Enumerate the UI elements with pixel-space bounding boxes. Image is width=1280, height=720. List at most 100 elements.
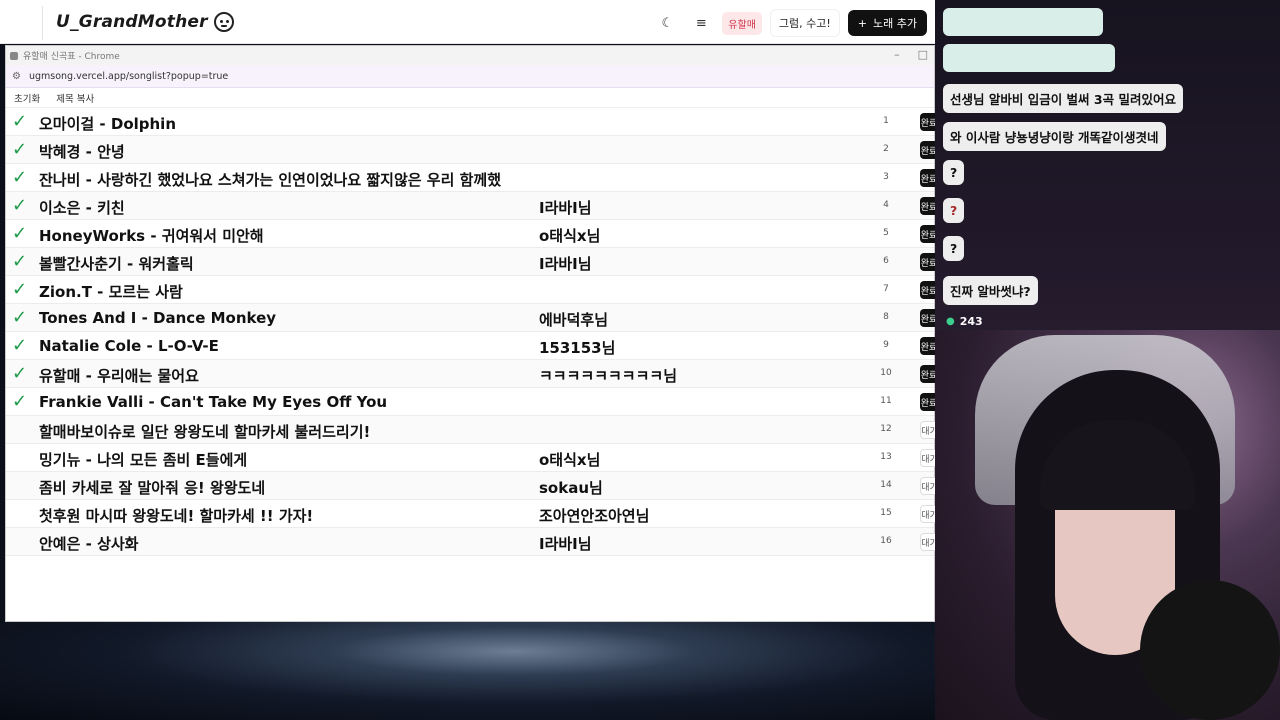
song-title: 할매바보이슈로 일단 왕왕도네 할마카세 불러드리기! — [39, 423, 371, 441]
song-requester: I라바I님 — [539, 199, 592, 217]
add-song-button[interactable]: + 노래 추가 — [847, 10, 927, 36]
song-row[interactable]: ✓ Natalie Cole - L-O-V-E 153153님 9 완료 — [6, 332, 938, 360]
song-row[interactable]: ✓ Tones And I - Dance Monkey 에바덕후님 8 완료 — [6, 304, 938, 332]
song-title: 잔나비 - 사랑하긴 했었나요 스쳐가는 인연이었나요 짧지않은 우리 함께했 — [39, 171, 502, 189]
chat-message: ? — [943, 198, 965, 223]
song-row[interactable]: 할매바보이슈로 일단 왕왕도네 할마카세 불러드리기! 12 대기 — [6, 416, 938, 444]
song-row[interactable]: ✓ Frankie Valli - Can't Take My Eyes Off … — [6, 388, 938, 416]
song-row[interactable]: ✓ 유할매 - 우리애는 물어요 ㅋㅋㅋㅋㅋㅋㅋㅋㅋ님 10 완료 — [6, 360, 938, 388]
header-actions: ☾ ≡ 유할매 그럼, 수고! + 노래 추가 — [654, 9, 927, 37]
song-requester: 조아연안조아연님 — [539, 507, 650, 525]
song-row[interactable]: ✓ 볼빨간사춘기 - 워커홀릭 I라바I님 6 완료 — [6, 248, 938, 276]
song-number: 9 — [883, 340, 889, 350]
song-number: 5 — [883, 228, 889, 238]
check-icon: ✓ — [12, 139, 28, 160]
song-row[interactable]: 첫후원 마시따 왕왕도네! 할마카세 !! 가자! 조아연안조아연님 15 대기 — [6, 500, 938, 528]
site-settings-icon[interactable]: ⚙ — [12, 71, 21, 82]
song-row[interactable]: ✓ Zion.T - 모르는 사람 7 완료 — [6, 276, 938, 304]
viewer-count-value: 243 — [959, 315, 983, 328]
song-title: 오마이걸 - Dolphin — [39, 115, 177, 133]
microphone — [1140, 580, 1280, 720]
chat-bubble-blurred — [943, 44, 1115, 72]
chat-message: 선생님 알바비 입금이 벌써 3곡 밀려있어요 — [943, 84, 1183, 113]
song-number: 1 — [883, 116, 889, 126]
song-requester: ㅋㅋㅋㅋㅋㅋㅋㅋㅋ님 — [539, 367, 678, 385]
song-title: Natalie Cole - L-O-V-E — [39, 337, 219, 355]
song-row[interactable]: 안예은 - 상사화 I라바I님 16 대기 — [6, 528, 938, 556]
stream-side-panel: 선생님 알바비 입금이 벌써 3곡 밀려있어요와 이사람 냥뇽녕냥이랑 개똑같이… — [935, 0, 1280, 720]
minimize-icon[interactable]: – — [894, 48, 900, 61]
song-list: ✓ 오마이걸 - Dolphin 1 완료 ✓ 박혜경 - 안녕 2 완료 ✓ 잔나비 - 사랑하… — [6, 108, 938, 556]
song-requester: o태식x님 — [539, 451, 601, 469]
song-number: 13 — [880, 452, 892, 462]
chat-message: ? — [943, 160, 965, 185]
song-requester: I라바I님 — [539, 535, 592, 553]
song-row[interactable]: ✓ 오마이걸 - Dolphin 1 완료 — [6, 108, 938, 136]
song-requester: I라바I님 — [539, 255, 592, 273]
playlist-icon[interactable]: ≡ — [688, 10, 714, 36]
check-icon: ✓ — [12, 251, 28, 272]
url-text: ugmsong.vercel.app/songlist?popup=true — [28, 70, 229, 82]
chat-message: 진짜 알바썻냐? — [943, 276, 1038, 305]
song-number: 16 — [880, 536, 892, 546]
song-number: 14 — [880, 480, 892, 490]
song-row[interactable]: 밍기뉴 - 나의 모든 좀비 E들에게 o태식x님 13 대기 — [6, 444, 938, 472]
song-number: 8 — [883, 312, 889, 322]
song-title: 안예은 - 상사화 — [39, 535, 139, 553]
song-number: 2 — [883, 144, 889, 154]
plus-icon: + — [857, 16, 868, 30]
person-icon: ● — [946, 316, 955, 327]
maximize-icon[interactable]: □ — [918, 48, 928, 61]
check-icon: ✓ — [12, 223, 28, 244]
moon-icon[interactable]: ☾ — [654, 10, 680, 36]
check-icon: ✓ — [12, 363, 28, 384]
song-requester: sokau님 — [539, 479, 603, 497]
reset-button[interactable]: 초기화 — [14, 91, 40, 105]
song-title: 첫후원 마시따 왕왕도네! 할마카세 !! 가자! — [39, 507, 314, 525]
chrome-favicon-icon — [10, 51, 18, 60]
window-titlebar[interactable]: 유할매 신곡표 - Chrome – □ — [6, 46, 934, 65]
grandma-face-icon — [213, 12, 234, 32]
song-requester: o태식x님 — [539, 227, 601, 245]
song-number: 11 — [880, 396, 892, 406]
check-icon: ✓ — [12, 279, 28, 300]
song-title: Zion.T - 모르는 사람 — [39, 283, 183, 301]
song-number: 7 — [883, 284, 889, 294]
add-song-label: 노래 추가 — [873, 17, 917, 30]
song-title: Frankie Valli - Can't Take My Eyes Off Y… — [39, 393, 388, 411]
user-badge[interactable]: 유할매 — [722, 11, 762, 35]
song-number: 6 — [883, 256, 889, 266]
brand[interactable]: U_GrandMother — [56, 12, 234, 32]
chat-message: 와 이사람 냥뇽녕냥이랑 개똑같이생겻네 — [943, 122, 1166, 151]
song-title: 박혜경 - 안녕 — [39, 143, 125, 161]
chat-bubble-blurred — [943, 8, 1103, 36]
logout-button[interactable]: 그럼, 수고! — [769, 9, 840, 37]
song-title: 좀비 카세로 잘 말아줘 응! 왕왕도네 — [39, 479, 266, 497]
song-row[interactable]: ✓ HoneyWorks - 귀여워서 미안해 o태식x님 5 완료 — [6, 220, 938, 248]
song-number: 3 — [883, 172, 889, 182]
song-title: 볼빨간사춘기 - 워커홀릭 — [39, 255, 194, 273]
song-requester: 에바덕후님 — [539, 311, 609, 329]
song-row[interactable]: ✓ 이소은 - 키친 I라바I님 4 완료 — [6, 192, 938, 220]
viewer-count: ● 243 — [946, 315, 983, 328]
check-icon: ✓ — [12, 167, 28, 188]
song-row[interactable]: 좀비 카세로 잘 말아줘 응! 왕왕도네 sokau님 14 대기 — [6, 472, 938, 500]
check-icon: ✓ — [12, 391, 28, 412]
song-title: HoneyWorks - 귀여워서 미안해 — [39, 227, 264, 245]
copy-title-button[interactable]: 제목 복사 — [56, 91, 94, 105]
song-number: 4 — [883, 200, 889, 210]
app-header: U_GrandMother ☾ ≡ 유할매 그럼, 수고! + 노래 추가 — [0, 0, 935, 44]
header-divider — [42, 6, 43, 40]
song-title: Tones And I - Dance Monkey — [39, 309, 277, 327]
songlist-popup-window: 유할매 신곡표 - Chrome – □ ⚙ ugmsong.vercel.ap… — [5, 45, 938, 622]
check-icon: ✓ — [12, 335, 28, 356]
song-number: 15 — [880, 508, 892, 518]
address-bar[interactable]: ⚙ ugmsong.vercel.app/songlist?popup=true — [6, 65, 934, 88]
brand-name: U_GrandMother — [56, 12, 208, 32]
song-row[interactable]: ✓ 잔나비 - 사랑하긴 했었나요 스쳐가는 인연이었나요 짧지않은 우리 함께했… — [6, 164, 938, 192]
song-row[interactable]: ✓ 박혜경 - 안녕 2 완료 — [6, 136, 938, 164]
song-number: 12 — [880, 424, 892, 434]
song-requester: 153153님 — [539, 339, 616, 357]
song-number: 10 — [880, 368, 892, 378]
songlist-toolbar: 초기화 제목 복사 — [6, 88, 934, 108]
